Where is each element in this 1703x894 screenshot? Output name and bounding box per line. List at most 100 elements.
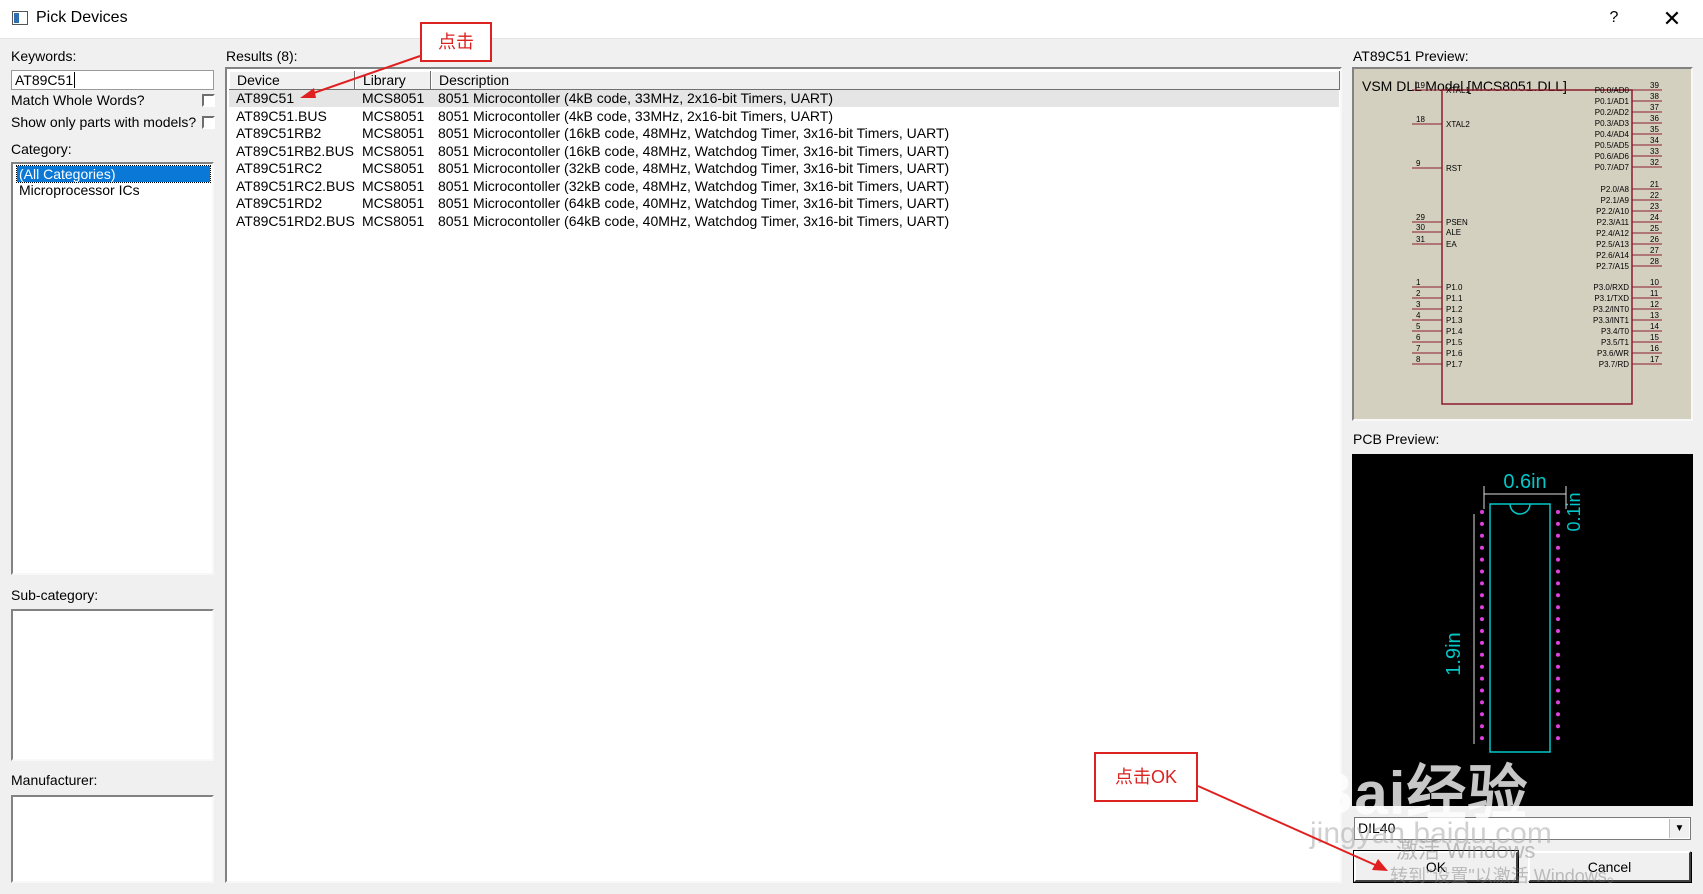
- pcb-pad: [1480, 724, 1484, 729]
- right-pin-number: 34: [1650, 136, 1659, 145]
- column-header-device[interactable]: Device: [229, 71, 355, 90]
- pcb-pad: [1480, 533, 1484, 538]
- column-header-description[interactable]: Description: [431, 71, 1340, 90]
- right-pin-number: 13: [1650, 311, 1659, 320]
- right-pin-name: P0.0/AD0: [1595, 86, 1630, 95]
- right-pin-number: 12: [1650, 300, 1659, 309]
- keywords-input[interactable]: AT89C51: [11, 70, 214, 90]
- category-label: Category:: [11, 141, 72, 157]
- right-pin-name: P3.5/T1: [1601, 338, 1630, 347]
- manufacturer-list[interactable]: [11, 795, 214, 883]
- right-pin-name: P2.2/A10: [1596, 207, 1629, 216]
- pcb-outline: [1489, 503, 1551, 753]
- table-row[interactable]: AT89C51RB2.BUS MCS8051 8051 Microcontoller…: [229, 143, 1339, 160]
- right-pin-number: 33: [1650, 147, 1659, 156]
- table-row[interactable]: AT89C51.BUS MCS8051 8051 Microcontoller (4…: [229, 108, 1339, 125]
- table-row[interactable]: AT89C51RB2 MCS8051 8051 Microcontoller (16…: [229, 125, 1339, 142]
- right-pin-name: P0.2/AD2: [1595, 108, 1630, 117]
- left-pin-number: 3: [1416, 300, 1421, 309]
- schematic-preview-label: AT89C51 Preview:: [1353, 48, 1469, 64]
- pcb-width-label: 0.6in: [1503, 471, 1546, 493]
- device-cell: AT89C51: [236, 90, 295, 106]
- left-pin-number: 4: [1416, 311, 1421, 320]
- right-pin-number: 16: [1650, 344, 1659, 353]
- left-pin-number: 7: [1416, 344, 1421, 353]
- show-only-models-checkbox[interactable]: [202, 116, 215, 129]
- description-cell: 8051 Microcontoller (64kB code, 40MHz, W…: [438, 195, 950, 211]
- pcb-pad: [1556, 557, 1560, 562]
- right-pin-number: 10: [1650, 278, 1659, 287]
- left-pin-name: P1.5: [1446, 338, 1463, 347]
- library-cell: MCS8051: [362, 160, 425, 176]
- pcb-pad: [1556, 688, 1560, 693]
- annotation-click-ok: 点击OK: [1094, 752, 1198, 802]
- pcb-notch: [1509, 503, 1531, 515]
- right-pin-number: 36: [1650, 114, 1659, 123]
- left-pin-number: 8: [1416, 355, 1421, 364]
- table-row[interactable]: AT89C51RC2 MCS8051 8051 Microcontoller (32…: [229, 160, 1339, 177]
- left-pin-number: 29: [1416, 213, 1425, 222]
- library-cell: MCS8051: [362, 90, 425, 106]
- right-pin-number: 17: [1650, 355, 1659, 364]
- schematic-preview: VSM DLL Model [MCS8051.DLL] 19 XTAL1 18 XTA…: [1352, 67, 1693, 421]
- chevron-down-icon[interactable]: ▼: [1669, 819, 1689, 838]
- left-pin-name: P1.2: [1446, 305, 1463, 314]
- table-row[interactable]: AT89C51RD2.BUS MCS8051 8051 Microcontoller…: [229, 213, 1339, 230]
- description-cell: 8051 Microcontoller (16kB code, 48MHz, W…: [438, 142, 950, 159]
- right-pin-name: P2.0/A8: [1601, 185, 1630, 194]
- right-pin-number: 25: [1650, 224, 1659, 233]
- schematic-canvas: VSM DLL Model [MCS8051.DLL] 19XTAL118XTA…: [1362, 78, 1662, 405]
- library-cell: MCS8051: [362, 107, 425, 124]
- table-row[interactable]: AT89C51 MCS8051 8051 Microcontoller (4kB c…: [229, 90, 1339, 107]
- pcb-pad: [1480, 700, 1484, 705]
- pcb-pad: [1480, 652, 1484, 657]
- left-pin-number: 30: [1416, 223, 1425, 232]
- left-pin-name: XTAL1: [1446, 86, 1470, 95]
- pcb-pad: [1480, 557, 1484, 562]
- pcb-pad: [1480, 629, 1484, 633]
- right-pin-name: P3.7/RD: [1599, 360, 1629, 369]
- windows-activation-hint: 转到"设置"以激活 Windows。: [1390, 866, 1625, 886]
- right-pin-name: P0.4/AD4: [1595, 130, 1630, 139]
- window-title: Pick Devices: [36, 9, 128, 26]
- table-row[interactable]: AT89C51RC2.BUS MCS8051 8051 Microcontoller…: [229, 178, 1339, 195]
- table-row[interactable]: AT89C51RD2 MCS8051 8051 Microcontoller (64…: [229, 195, 1339, 212]
- pcb-height-label: 1.9in: [1443, 632, 1465, 675]
- right-pin-number: 11: [1650, 289, 1659, 298]
- pcb-pad: [1480, 605, 1484, 610]
- left-pin-number: 18: [1416, 115, 1425, 124]
- device-cell: AT89C51RD2.BUS: [236, 212, 355, 229]
- right-pin-name: P0.6/AD6: [1595, 152, 1630, 161]
- column-header-library[interactable]: Library: [355, 71, 431, 90]
- pcb-pad: [1556, 712, 1560, 717]
- right-pin-name: P2.7/A15: [1596, 262, 1629, 271]
- title-bar: Pick Devices ? ✕: [0, 0, 1703, 39]
- subcategory-list[interactable]: [11, 609, 214, 761]
- left-pin-number: 31: [1416, 235, 1425, 244]
- pcb-pad: [1556, 545, 1560, 550]
- device-cell: AT89C51RB2.BUS: [236, 142, 355, 159]
- category-item-all[interactable]: (All Categories): [16, 165, 211, 183]
- device-cell: AT89C51RB2: [236, 125, 322, 141]
- description-cell: 8051 Microcontoller (64kB code, 40MHz, W…: [438, 212, 950, 229]
- pcb-pad: [1480, 736, 1484, 741]
- close-button[interactable]: ✕: [1654, 4, 1690, 34]
- right-pin-name: P2.4/A12: [1596, 229, 1629, 238]
- category-item-microprocessor[interactable]: Microprocessor ICs: [17, 182, 210, 198]
- category-list[interactable]: (All Categories) Microprocessor ICs: [11, 162, 214, 575]
- right-pin-number: 22: [1650, 191, 1659, 200]
- pcb-pad: [1556, 640, 1560, 645]
- pcb-pad: [1556, 676, 1560, 681]
- left-pin-number: 1: [1416, 278, 1421, 287]
- match-whole-words-checkbox[interactable]: [202, 94, 215, 107]
- pcb-pad: [1556, 736, 1560, 741]
- pcb-pad: [1480, 521, 1484, 526]
- pcb-pad: [1480, 593, 1484, 598]
- help-button[interactable]: ?: [1600, 4, 1628, 32]
- pcb-pad: [1556, 521, 1560, 526]
- library-cell: MCS8051: [362, 212, 425, 229]
- windows-activation-title: 激活 Windows: [1396, 838, 1536, 863]
- pcb-pad: [1480, 545, 1484, 550]
- pcb-pad: [1480, 688, 1484, 693]
- pcb-pad: [1556, 510, 1560, 514]
